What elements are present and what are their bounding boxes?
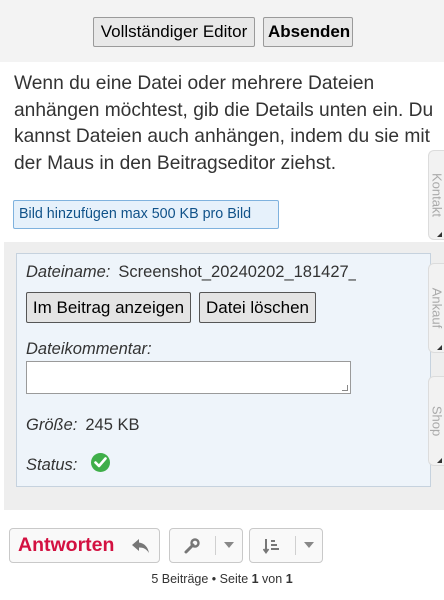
filename-label: Dateiname: — [26, 263, 111, 281]
file-size-label: Größe: — [26, 416, 78, 434]
tab-notch-icon — [437, 345, 442, 350]
sort-icon — [263, 539, 279, 555]
reply-label: Antworten — [18, 534, 115, 556]
show-in-post-button[interactable]: Im Beitrag anzeigen — [26, 292, 191, 323]
side-tab-shop[interactable]: Shop — [428, 376, 444, 466]
status-label: Status: — [26, 456, 78, 474]
tab-notch-icon — [437, 232, 442, 237]
chevron-down-icon[interactable] — [304, 542, 314, 548]
chevron-down-icon[interactable] — [224, 542, 234, 548]
button-divider — [215, 536, 216, 555]
file-comment-label: Dateikommentar: — [26, 340, 152, 358]
check-circle-icon — [91, 453, 110, 472]
wrench-icon — [184, 538, 200, 554]
editor-toolbar: Vollständiger Editor Absenden — [0, 0, 444, 62]
button-divider — [295, 536, 296, 555]
delete-file-button[interactable]: Datei löschen — [199, 292, 316, 323]
pagination-info: 5 Beiträge • Seite 1 von 1 — [0, 572, 444, 586]
file-size-value: 245 KB — [85, 416, 140, 434]
sort-options-button[interactable] — [249, 528, 323, 563]
topic-tools-button[interactable] — [169, 528, 243, 563]
reply-button[interactable]: Antworten — [9, 528, 160, 563]
tab-notch-icon — [437, 458, 442, 463]
posts-count: 5 Beiträge • Seite — [151, 572, 252, 586]
status-row: Status: — [26, 456, 77, 475]
filename-row: Dateiname: Screenshot_20240202_181427_W — [26, 263, 356, 282]
filename-value: Screenshot_20240202_181427_W — [118, 263, 356, 281]
side-tab-label: Kontakt — [429, 172, 444, 218]
file-comment-input[interactable] — [26, 361, 351, 394]
attachment-info-text: Wenn du eine Datei oder mehrere Dateien … — [14, 73, 434, 174]
current-page: 1 — [251, 572, 259, 586]
side-tab-label: Ankauf — [429, 287, 444, 329]
resize-grip-icon[interactable] — [342, 385, 348, 391]
file-size-row: Größe: 245 KB — [26, 416, 139, 435]
side-tab-ankauf[interactable]: Ankauf — [428, 263, 444, 353]
side-tab-kontakt[interactable]: Kontakt — [428, 150, 444, 240]
reply-arrow-icon — [132, 539, 149, 553]
full-editor-button[interactable]: Vollständiger Editor — [93, 17, 255, 47]
add-image-button[interactable]: Bild hinzufügen max 500 KB pro Bild — [13, 200, 279, 229]
total-pages: 1 — [285, 572, 293, 586]
page-of: von — [258, 572, 286, 586]
side-tab-label: Shop — [429, 405, 444, 437]
submit-button[interactable]: Absenden — [263, 17, 353, 47]
